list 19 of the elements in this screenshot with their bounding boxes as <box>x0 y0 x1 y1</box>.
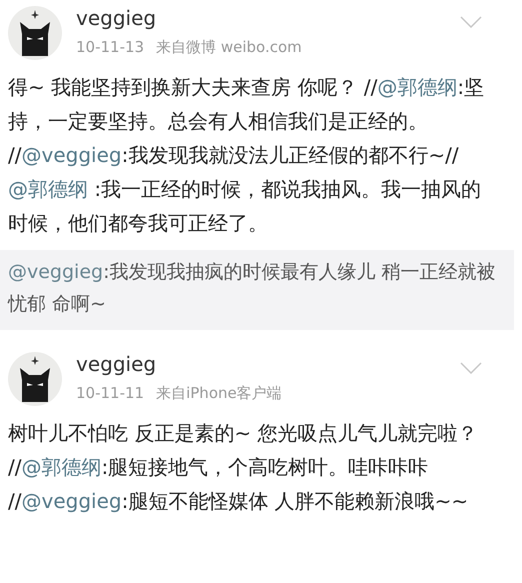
cat-avatar-icon <box>8 6 62 60</box>
chevron-down-icon[interactable] <box>460 362 482 374</box>
post-source: 来自微博 weibo.com <box>156 38 302 57</box>
mention-link[interactable]: @veggieg <box>21 489 122 513</box>
mention-link[interactable]: @veggieg <box>8 261 104 283</box>
post-text: 树叶儿不怕吃 反正是素的~ 您光吸点儿气儿就完啦？ //@郭德纲:腿短接地气，个高吃树叶。哇咔咔咔 //@veggieg:腿短不能怪媒体 人胖不能赖新浪哦~~ <box>8 420 478 515</box>
user-name[interactable]: veggieg <box>76 6 302 30</box>
post-source: 来自iPhone客户端 <box>156 384 282 403</box>
cat-avatar-icon <box>8 352 62 406</box>
user-name[interactable]: veggieg <box>76 352 282 376</box>
post-time: 10-11-13 <box>76 38 144 57</box>
chevron-down-icon[interactable] <box>460 16 482 28</box>
mention-link[interactable]: @郭德纲 <box>21 455 102 479</box>
post-text: 得~ 我能坚持到换新大夫来查房 你呢？ //@郭德纲:坚持，一定要坚持。总会有人相信我们是正经的。 //@veggieg:我发现我就没法儿正经假的都不行~// @郭德纲 :我一正经的时候，都说我抽风。我一抽风的时候，他们都夸我可正经了。 <box>8 74 486 237</box>
mention-link[interactable]: @郭德纲 <box>377 75 458 99</box>
post-time: 10-11-11 <box>76 384 144 403</box>
mention-link[interactable]: @郭德纲 <box>8 177 88 201</box>
mention-link[interactable]: @veggieg <box>21 143 122 167</box>
quote-text: @veggieg:我发现我抽疯的时候最有人缘儿 稍一正经就被忧郁 命啊~ <box>8 260 497 317</box>
